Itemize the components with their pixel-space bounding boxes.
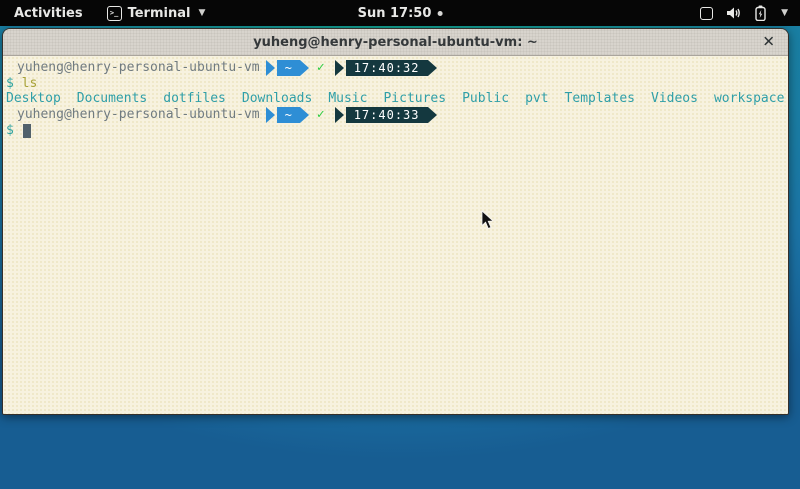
prompt-path-segment: ~ — [266, 60, 309, 76]
prompt-line: yuheng@henry-personal-ubuntu-vm ~ ✓ 17:4… — [17, 59, 788, 76]
system-status-area[interactable]: ▼ — [688, 0, 800, 26]
powerline-arrow-icon — [266, 107, 275, 123]
desktop-background: Activities >_ Terminal ▼ Sun 17:50 — [0, 0, 800, 489]
terminal-cursor — [23, 124, 31, 138]
top-bar: Activities >_ Terminal ▼ Sun 17:50 — [0, 0, 800, 26]
directory-name: dotfiles — [163, 91, 226, 106]
powerline-arrow-icon — [300, 107, 309, 123]
powerline-arrow-icon — [335, 60, 344, 76]
prompt-symbol: $ — [6, 76, 14, 91]
command-line: $ ls — [6, 76, 788, 91]
directory-name: Music — [328, 91, 367, 106]
close-icon[interactable]: ✕ — [762, 35, 775, 50]
top-bar-left: Activities >_ Terminal ▼ — [0, 0, 215, 26]
prompt-time-segment: 17:40:32 — [335, 60, 437, 76]
prompt-line: yuheng@henry-personal-ubuntu-vm ~ ✓ 17:4… — [17, 106, 788, 123]
app-menu-label: Terminal — [128, 6, 191, 21]
directory-name: Videos — [651, 91, 698, 106]
powerline-arrow-icon — [428, 60, 437, 76]
window-titlebar[interactable]: yuheng@henry-personal-ubuntu-vm: ~ ✕ — [3, 29, 788, 56]
screen-icon — [700, 7, 713, 20]
notification-dot-icon — [437, 11, 442, 16]
directory-name: Downloads — [242, 91, 312, 106]
directory-name: Public — [462, 91, 509, 106]
powerline-arrow-icon — [300, 60, 309, 76]
directory-name: workspace — [714, 91, 784, 106]
terminal-window: yuheng@henry-personal-ubuntu-vm: ~ ✕ yuh… — [2, 28, 789, 415]
powerline-arrow-icon — [335, 107, 344, 123]
activities-button[interactable]: Activities — [0, 0, 97, 26]
clock-label: Sun 17:50 — [358, 6, 432, 21]
app-menu-terminal[interactable]: >_ Terminal ▼ — [97, 0, 216, 26]
terminal-app-icon: >_ — [107, 6, 122, 21]
prompt-symbol: $ — [6, 123, 14, 138]
terminal-content[interactable]: yuheng@henry-personal-ubuntu-vm ~ ✓ 17:4… — [3, 56, 788, 414]
current-prompt-line: $ — [6, 123, 788, 138]
checkmark-icon: ✓ — [317, 60, 325, 75]
prompt-time-segment: 17:40:33 — [335, 107, 437, 123]
prompt-path: ~ — [277, 107, 300, 123]
chevron-down-icon: ▼ — [198, 9, 205, 18]
ls-output-line: Desktop Documents dotfiles Downloads Mus… — [6, 91, 788, 106]
battery-charging-icon — [755, 5, 766, 21]
typed-command: ls — [22, 76, 38, 91]
prompt-user-host: yuheng@henry-personal-ubuntu-vm — [17, 107, 260, 122]
prompt-user-host: yuheng@henry-personal-ubuntu-vm — [17, 60, 260, 75]
directory-name: Desktop — [6, 91, 61, 106]
prompt-time: 17:40:32 — [346, 60, 428, 76]
checkmark-icon: ✓ — [317, 107, 325, 122]
prompt-path: ~ — [277, 60, 300, 76]
directory-name: Pictures — [383, 91, 446, 106]
powerline-arrow-icon — [266, 60, 275, 76]
prompt-path-segment: ~ — [266, 107, 309, 123]
volume-icon — [726, 6, 742, 20]
window-title: yuheng@henry-personal-ubuntu-vm: ~ — [253, 35, 538, 50]
chevron-down-icon: ▼ — [781, 9, 788, 18]
terminal-icon-glyph: >_ — [110, 10, 118, 17]
clock-button[interactable]: Sun 17:50 — [348, 0, 453, 26]
directory-name: Templates — [565, 91, 635, 106]
mouse-cursor-icon — [481, 210, 495, 234]
directory-name: pvt — [525, 91, 548, 106]
powerline-arrow-icon — [428, 107, 437, 123]
prompt-time: 17:40:33 — [346, 107, 428, 123]
directory-name: Documents — [77, 91, 147, 106]
